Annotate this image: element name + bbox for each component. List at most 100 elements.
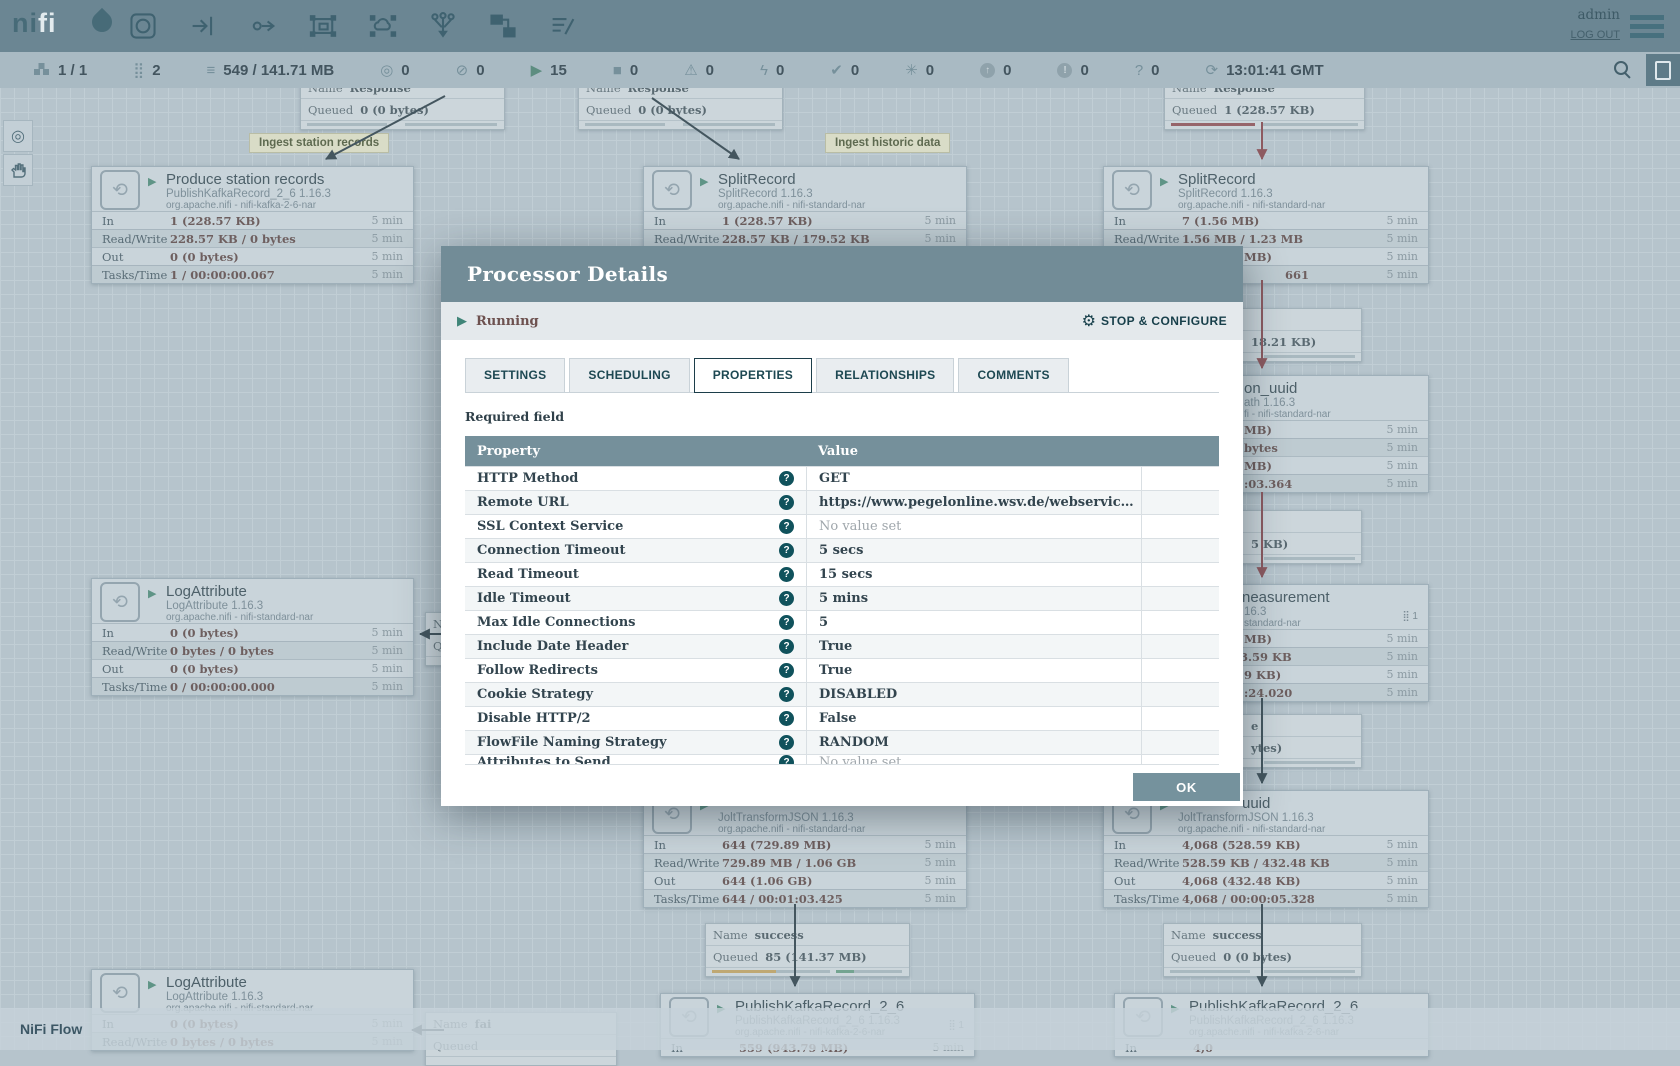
tab-comments[interactable]: COMMENTS <box>958 358 1068 392</box>
stat-value: 7 (1.56 MB) <box>1182 214 1259 228</box>
processor-header: ⟲▶LogAttributeLogAttribute 1.16.3org.apa… <box>92 579 413 623</box>
search-icon[interactable] <box>1614 61 1632 79</box>
stat-time: 5 min <box>371 680 403 693</box>
property-row: Connection Timeout?5 secs <box>465 538 1219 562</box>
stop-and-configure-button[interactable]: ⚙ STOP & CONFIGURE <box>1082 311 1227 331</box>
property-cell: Attributes to Send? <box>465 755 806 764</box>
connection-label[interactable]: NamesuccessQueued0 (0 bytes) <box>1163 923 1362 977</box>
help-icon[interactable]: ? <box>779 591 794 606</box>
help-icon[interactable]: ? <box>779 735 794 750</box>
run-status-icon: ▶ <box>700 175 708 188</box>
spare-cell <box>1141 467 1219 490</box>
property-row: Remote URL?https://www.pegelonline.wsv.d… <box>465 490 1219 514</box>
help-icon[interactable]: ? <box>779 543 794 558</box>
connection-queued-value: 1 (228.57 KB) <box>1224 103 1315 117</box>
tab-settings[interactable]: SETTINGS <box>465 358 565 392</box>
value-cell: GET <box>806 467 1141 490</box>
connection-name-row: Namesuccess <box>1164 924 1361 946</box>
stat-time: 5 min <box>371 250 403 263</box>
processor[interactable]: ⟲▶LogAttributeLogAttribute 1.16.3org.apa… <box>91 578 414 696</box>
stat-time: 5 min <box>924 892 956 905</box>
navigate-palette-button[interactable]: ◎ <box>3 120 33 152</box>
processor[interactable]: ⟲▶Produce station recordsPublishKafkaRec… <box>91 166 414 284</box>
tab-scheduling[interactable]: SCHEDULING <box>569 358 689 392</box>
ok-button[interactable]: OK <box>1133 773 1240 801</box>
connection-queued-row: Queued1 (228.57 KB) <box>1165 99 1364 121</box>
help-icon[interactable]: ? <box>779 519 794 534</box>
help-icon[interactable]: ? <box>779 567 794 582</box>
tab-properties[interactable]: PROPERTIES <box>694 358 812 393</box>
processor-icon[interactable] <box>128 11 158 41</box>
dialog-title: Processor Details <box>467 262 668 286</box>
property-value: False <box>819 711 856 726</box>
stat-time: 5 min <box>1386 423 1418 436</box>
help-icon[interactable]: ? <box>779 711 794 726</box>
help-icon[interactable]: ? <box>779 471 794 486</box>
output-port-icon[interactable] <box>248 11 278 41</box>
connection-queued-row: Queued0 (0 bytes) <box>301 99 504 121</box>
running-components: ▶15 <box>531 62 567 79</box>
funnel-icon[interactable] <box>428 11 458 41</box>
global-menu-icon[interactable] <box>1630 15 1664 42</box>
processor-bundle: org.apache.nifi - nifi-standard-nar <box>1178 200 1325 211</box>
connection-label-text: e <box>1251 719 1258 733</box>
running-status-icon: ▶ <box>457 313 467 329</box>
label-icon[interactable] <box>548 11 578 41</box>
status-count: 0 <box>706 62 714 79</box>
remote-process-group-icon[interactable] <box>368 11 398 41</box>
stat-row: Out0 (0 bytes)5 min <box>92 659 413 677</box>
property-row: Follow Redirects?True <box>465 658 1219 682</box>
help-icon[interactable]: ? <box>779 755 794 764</box>
property-value: No value set <box>819 755 901 764</box>
threads-icon: ⣿ <box>133 63 144 78</box>
stat-row: Read/Write1.56 MB / 1.23 MB5 min <box>1104 229 1428 247</box>
breadcrumb[interactable]: NiFi Flow <box>20 1021 82 1037</box>
backpressure-bar <box>836 970 854 973</box>
app-header: nifi admin LOG OUT <box>0 0 1680 52</box>
property-value: 5 mins <box>819 591 868 606</box>
connection-queued-key: Queued <box>308 103 353 117</box>
flow-label[interactable]: Ingest historic data <box>825 133 950 153</box>
processor[interactable]: ⟲▶uuidJoltTransformJSON 1.16.3org.apache… <box>1103 790 1429 908</box>
logout-link[interactable]: LOG OUT <box>1570 29 1620 41</box>
stat-row: In1 (228.57 KB)5 min <box>92 211 413 229</box>
help-icon[interactable]: ? <box>779 615 794 630</box>
stat-value: 9 KB) <box>1244 668 1281 682</box>
flow-label[interactable]: Ingest station records <box>249 133 389 153</box>
disabled-components: ϟ0 <box>760 62 784 79</box>
processor-header: ⟲▶SplitRecordSplitRecord 1.16.3org.apach… <box>644 167 966 211</box>
stat-label: Out <box>102 662 170 676</box>
input-port-icon[interactable] <box>188 11 218 41</box>
processor[interactable]: ⟲▶JoltTransformJSON 1.16.3org.apache.nif… <box>643 790 967 908</box>
help-icon[interactable]: ? <box>779 495 794 510</box>
backpressure-bar <box>1264 970 1355 973</box>
help-icon[interactable]: ? <box>779 687 794 702</box>
property-value: True <box>819 663 852 678</box>
connection-queued-row: Queued0 (0 bytes) <box>1164 946 1361 968</box>
value-cell: 5 <box>806 611 1141 634</box>
template-icon[interactable] <box>488 11 518 41</box>
last-refresh[interactable]: ⟳13:01:41 GMT <box>1206 62 1324 79</box>
connection-label[interactable]: NamesuccessQueued85 (141.37 MB) <box>705 923 910 977</box>
processor-type: SplitRecord 1.16.3 <box>1178 188 1273 200</box>
stat-row: Read/Write228.57 KB / 0 bytes5 min <box>92 229 413 247</box>
help-icon[interactable]: ? <box>779 663 794 678</box>
stat-value: 644 / 00:01:03.425 <box>722 892 843 906</box>
processor-type: LogAttribute 1.16.3 <box>166 600 263 612</box>
processor-header: ⟲▶SplitRecordSplitRecord 1.16.3org.apach… <box>1104 167 1428 211</box>
property-column-header: Property <box>465 444 806 459</box>
property-name: HTTP Method <box>477 471 578 486</box>
tab-relationships[interactable]: RELATIONSHIPS <box>816 358 954 392</box>
spare-cell <box>1141 611 1219 634</box>
help-icon[interactable]: ? <box>779 639 794 654</box>
settings-panel-button[interactable] <box>1646 54 1680 86</box>
stat-time: 5 min <box>1386 232 1418 245</box>
status-count: 0 <box>401 62 409 79</box>
processor-name: SplitRecord <box>718 171 796 188</box>
up-to-date-icon: ✔ <box>830 63 843 78</box>
stat-row: In644 (729.89 MB)5 min <box>644 835 966 853</box>
spare-cell <box>1141 539 1219 562</box>
operate-palette-button[interactable] <box>3 154 33 186</box>
invalid-icon: ⚠ <box>684 63 697 78</box>
process-group-icon[interactable] <box>308 11 338 41</box>
